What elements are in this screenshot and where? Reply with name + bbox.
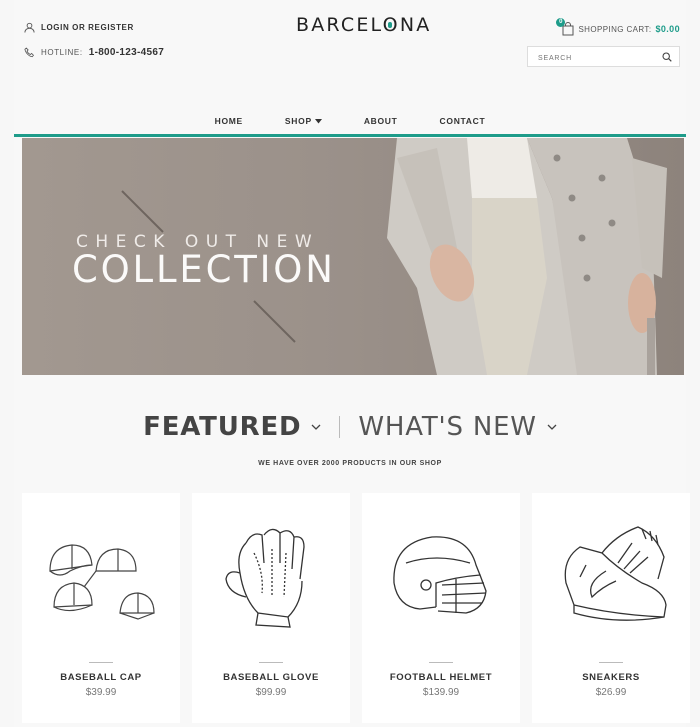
cart-total: $0.00 bbox=[655, 24, 680, 34]
hero-banner[interactable]: CHECK OUT NEW COLLECTION bbox=[22, 138, 684, 375]
login-link[interactable]: LOGIN OR REGISTER bbox=[24, 22, 164, 33]
search-icon[interactable] bbox=[662, 52, 672, 62]
tab-featured[interactable]: FEATURED bbox=[143, 412, 321, 442]
hero-model-image bbox=[387, 138, 667, 375]
nav-about[interactable]: ABOUT bbox=[343, 110, 419, 132]
main-nav: HOME SHOP ABOUT CONTACT bbox=[14, 110, 686, 132]
chevron-down-icon bbox=[547, 424, 557, 430]
product-rule bbox=[89, 662, 113, 663]
login-label: LOGIN OR REGISTER bbox=[41, 23, 134, 32]
product-price: $39.99 bbox=[85, 687, 117, 698]
product-name[interactable]: BASEBALL CAP bbox=[22, 672, 180, 683]
tab-divider bbox=[339, 416, 341, 438]
shopping-cart[interactable]: 0 SHOPPING CART: $0.00 bbox=[556, 18, 680, 36]
user-icon bbox=[24, 22, 35, 33]
cart-icon: 0 bbox=[556, 18, 574, 36]
product-price: $26.99 bbox=[595, 687, 627, 698]
logo-o: O bbox=[383, 14, 400, 36]
nav-shop[interactable]: SHOP bbox=[264, 110, 343, 132]
product-price: $139.99 bbox=[422, 687, 460, 698]
product-card[interactable]: FOOTBALL HELMET $139.99 bbox=[362, 493, 520, 723]
site-logo[interactable]: BARCELONA bbox=[296, 14, 431, 36]
logo-text-end: NA bbox=[399, 14, 432, 36]
header-left: LOGIN OR REGISTER HOTLINE: 1-800-123-456… bbox=[24, 22, 164, 58]
caret-down-icon bbox=[314, 118, 322, 123]
product-name[interactable]: BASEBALL GLOVE bbox=[192, 672, 350, 683]
tab-whats-new-label: WHAT'S NEW bbox=[358, 412, 537, 442]
nav-home-label: HOME bbox=[214, 116, 243, 126]
hotline-label: HOTLINE: bbox=[41, 48, 83, 57]
product-card[interactable]: BASEBALL GLOVE $99.99 bbox=[192, 493, 350, 723]
product-grid: BASEBALL CAP $39.99 BASEBALL GLOVE $99.9… bbox=[22, 493, 690, 723]
hero-line-big: COLLECTION bbox=[72, 248, 336, 291]
hotline: HOTLINE: 1-800-123-4567 bbox=[24, 47, 164, 58]
tab-featured-label: FEATURED bbox=[143, 412, 302, 442]
nav-contact-label: CONTACT bbox=[439, 116, 486, 126]
logo-text-start: BARCEL bbox=[296, 14, 383, 36]
hotline-number[interactable]: 1-800-123-4567 bbox=[89, 47, 164, 58]
product-rule bbox=[259, 662, 283, 663]
page: LOGIN OR REGISTER HOTLINE: 1-800-123-456… bbox=[0, 0, 700, 727]
nav-shop-label: SHOP bbox=[284, 116, 312, 126]
sneakers-icon bbox=[564, 526, 667, 621]
product-card[interactable]: BASEBALL CAP $39.99 bbox=[22, 493, 180, 723]
football-helmet-icon bbox=[393, 536, 487, 614]
nav-home[interactable]: HOME bbox=[194, 110, 264, 132]
nav-underline bbox=[14, 134, 686, 137]
phone-icon bbox=[24, 47, 34, 58]
nav-contact[interactable]: CONTACT bbox=[419, 110, 507, 132]
product-card[interactable]: SNEAKERS $26.99 bbox=[532, 493, 690, 723]
product-rule bbox=[599, 662, 623, 663]
tab-whats-new[interactable]: WHAT'S NEW bbox=[358, 412, 557, 442]
product-name[interactable]: SNEAKERS bbox=[532, 672, 690, 683]
search-input[interactable] bbox=[528, 49, 658, 68]
product-rule bbox=[429, 662, 453, 663]
product-name[interactable]: FOOTBALL HELMET bbox=[362, 672, 520, 683]
cart-label: SHOPPING CART: bbox=[578, 24, 652, 34]
search-box bbox=[527, 46, 680, 68]
chevron-down-icon bbox=[311, 424, 321, 430]
product-price: $99.99 bbox=[255, 687, 287, 698]
baseball-glove-icon bbox=[225, 528, 305, 628]
products-subtitle: WE HAVE OVER 2000 PRODUCTS IN OUR SHOP bbox=[258, 460, 442, 467]
baseball-cap-icon bbox=[49, 544, 155, 620]
logo-drop-icon bbox=[387, 22, 392, 28]
product-tabs: FEATURED WHAT'S NEW bbox=[0, 412, 700, 442]
nav-about-label: ABOUT bbox=[363, 116, 398, 126]
